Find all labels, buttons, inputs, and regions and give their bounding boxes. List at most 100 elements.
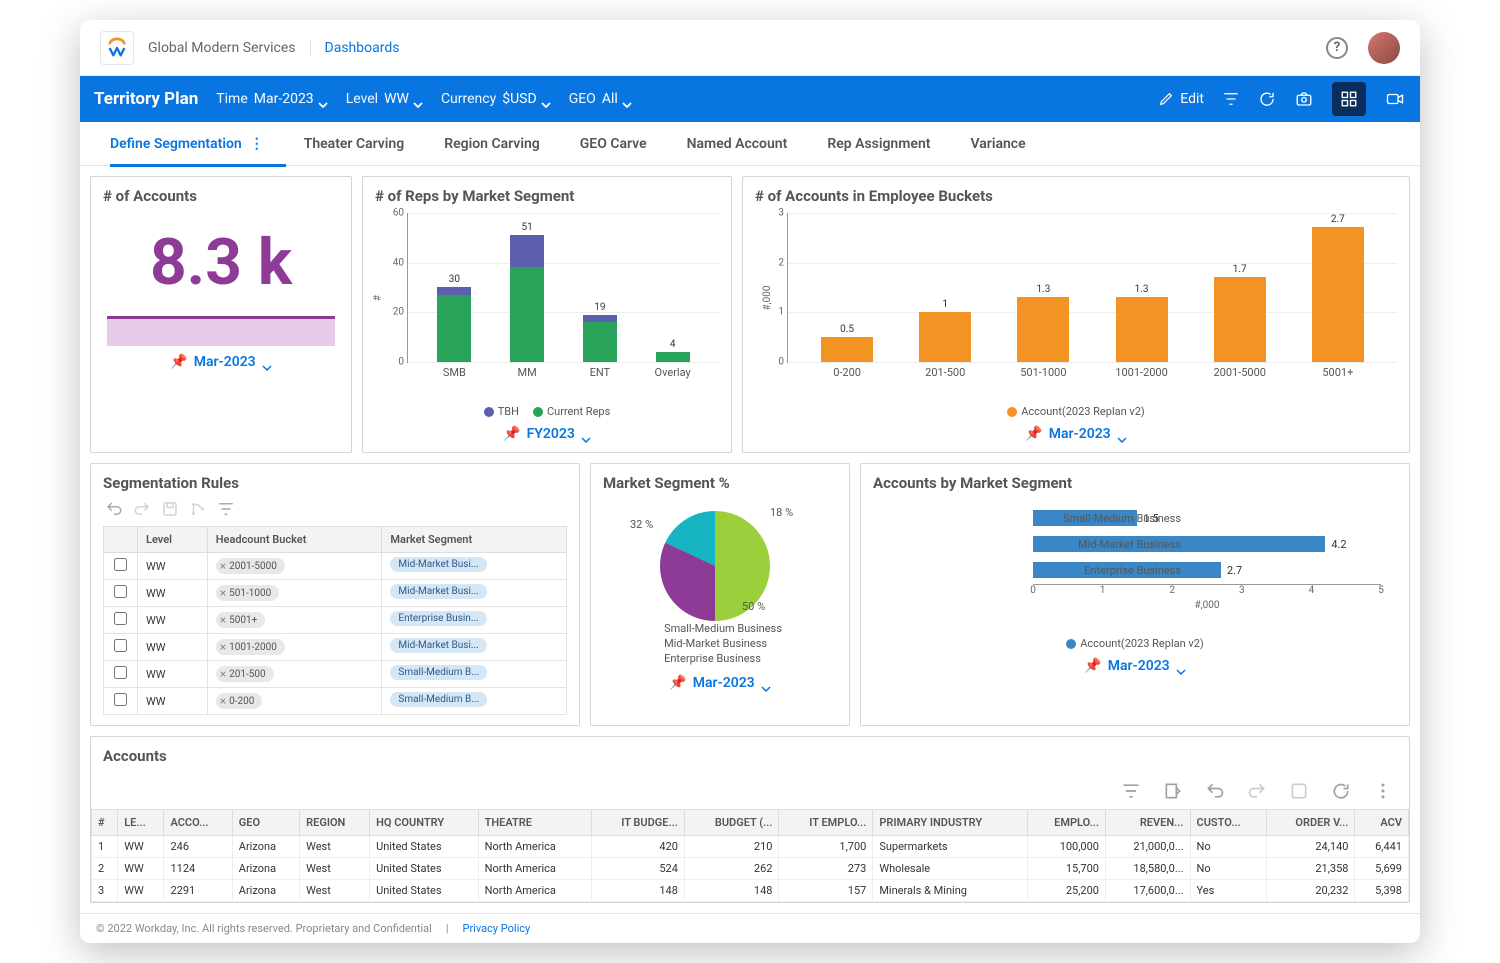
reps-bar-chart: # 020406030SMB51MM19ENT4Overlay [375,213,719,383]
tab-region-carving[interactable]: Region Carving [444,122,540,166]
row-checkbox[interactable] [114,639,127,652]
camera-button[interactable] [1294,90,1314,108]
filter-time[interactable]: Time Mar-2023 [216,91,327,107]
buckets-chart-card: # of Accounts in Employee Buckets #,000 … [742,176,1410,453]
reps-chart-card: # of Reps by Market Segment # 020406030S… [362,176,732,453]
seg-rule-row: WW×1001-2000Mid-Market Busi... [104,634,567,661]
segment-pill[interactable]: Mid-Market Busi... [390,638,486,653]
segment-pill[interactable]: Mid-Market Busi... [390,557,486,572]
pin-icon: 📌 [170,354,187,370]
tab-variance[interactable]: Variance [970,122,1025,166]
branch-icon[interactable] [189,500,207,518]
filter-level[interactable]: Level WW [346,91,423,107]
chart-legend: Account(2023 Replan v2) [873,637,1397,650]
card-footer-time[interactable]: 📌 FY2023 [375,426,719,442]
app-logo[interactable] [100,31,134,65]
card-footer-time[interactable]: 📌 Mar-2023 [873,658,1397,674]
tab-define-segmentation[interactable]: Define Segmentation⋮ [110,122,264,166]
export-icon[interactable] [1163,781,1183,801]
help-icon[interactable]: ? [1326,37,1348,59]
tab-geo-carve[interactable]: GEO Carve [580,122,647,166]
chevron-down-icon [581,431,591,437]
undo-icon[interactable] [105,500,123,518]
refresh-button[interactable] [1258,90,1276,108]
filter-currency[interactable]: Currency $USD [441,91,551,107]
segment-pill[interactable]: Mid-Market Busi... [390,584,486,599]
market-segment-pie-card: Market Segment % 18 % 32 % 50 % Small-Me… [590,463,850,726]
bucket-pill[interactable]: ×0-200 [216,693,263,709]
accounts-toolbar [91,773,1409,809]
tab-named-account[interactable]: Named Account [687,122,788,166]
more-icon[interactable] [1373,781,1393,801]
pin-icon: 📌 [1084,658,1101,674]
card-title: # of Accounts [103,187,339,205]
chevron-down-icon [318,96,328,102]
pie-legend: Small-Medium BusinessMid-Market Business… [658,620,782,667]
filter-geo[interactable]: GEO All [569,91,632,107]
row-checkbox[interactable] [114,666,127,679]
bucket-pill[interactable]: ×501-1000 [216,585,280,601]
tab-menu-icon[interactable]: ⋮ [250,136,264,152]
tab-theater-carving[interactable]: Theater Carving [304,122,405,166]
avatar[interactable] [1368,32,1400,64]
seg-rules-table: LevelHeadcount BucketMarket Segment WW×2… [103,526,567,715]
redo-icon[interactable] [1247,781,1267,801]
row-checkbox[interactable] [114,612,127,625]
card-footer-time[interactable]: 📌 Mar-2023 [103,354,339,370]
buckets-bar-chart: #,000 01230.50-2001201-5001.3501-10001.3… [755,213,1397,383]
accounts-by-segment-card: Accounts by Market Segment Small-Medium … [860,463,1410,726]
filter-button[interactable] [1222,90,1240,108]
bucket-pill[interactable]: ×201-500 [216,666,274,682]
save-icon[interactable] [1289,781,1309,801]
tab-rep-assignment[interactable]: Rep Assignment [827,122,930,166]
seg-rule-row: WW×501-1000Mid-Market Busi... [104,580,567,607]
chevron-down-icon [1117,431,1127,437]
row-checkbox[interactable] [114,558,127,571]
accounts-card: Accounts #LE...ACCO...GEOREGIONHQ COUNTR… [90,736,1410,903]
account-row[interactable]: 3WW2291ArizonaWestUnited StatesNorth Ame… [92,880,1409,902]
account-row[interactable]: 2WW1124ArizonaWestUnited StatesNorth Ame… [92,858,1409,880]
chevron-down-icon [541,96,551,102]
segment-pill[interactable]: Small-Medium B... [390,692,487,707]
chevron-down-icon [1176,663,1186,669]
row-checkbox[interactable] [114,585,127,598]
breadcrumb-dashboards[interactable]: Dashboards [311,40,400,56]
edit-button[interactable]: Edit [1158,91,1204,107]
segment-pill[interactable]: Small-Medium B... [390,665,487,680]
card-title: Segmentation Rules [103,474,567,492]
chevron-down-icon [413,96,423,102]
bucket-pill[interactable]: ×5001+ [216,612,266,628]
chart-legend: Account(2023 Replan v2) [755,405,1397,418]
topbar: Global Modern Services Dashboards ? [80,20,1420,76]
card-footer-time[interactable]: 📌 Mar-2023 [755,426,1397,442]
refresh-icon[interactable] [1331,781,1351,801]
card-title: # of Accounts in Employee Buckets [755,187,1397,205]
filter-icon[interactable] [217,500,235,518]
chevron-down-icon [761,680,771,686]
video-icon [1384,90,1406,108]
filter-icon[interactable] [1121,781,1141,801]
grid-view-button[interactable] [1332,82,1366,116]
page-title: Territory Plan [94,89,198,109]
redo-icon[interactable] [133,500,151,518]
chart-legend: TBH Current Reps [375,405,719,418]
seg-rule-row: WW×201-500Small-Medium B... [104,661,567,688]
privacy-link[interactable]: Privacy Policy [463,922,531,935]
account-row[interactable]: 1WW246ArizonaWestUnited StatesNorth Amer… [92,836,1409,858]
segment-pill[interactable]: Enterprise Busin... [390,611,486,626]
present-button[interactable] [1384,90,1406,108]
tabs: Define Segmentation⋮ Theater Carving Reg… [80,122,1420,166]
bucket-pill[interactable]: ×2001-5000 [216,558,285,574]
card-footer-time[interactable]: 📌 Mar-2023 [603,675,837,691]
pie-label-mm: 50 % [742,600,765,613]
pencil-icon [1158,91,1174,107]
seg-rules-card: Segmentation Rules LevelHeadcount Bucket… [90,463,580,726]
row-checkbox[interactable] [114,693,127,706]
chevron-down-icon [622,96,632,102]
card-title: Accounts [91,747,1409,765]
page-header-bar: Territory Plan Time Mar-2023 Level WW Cu… [80,76,1420,122]
seg-rules-toolbar [105,500,565,518]
undo-icon[interactable] [1205,781,1225,801]
bucket-pill[interactable]: ×1001-2000 [216,639,285,655]
save-icon[interactable] [161,500,179,518]
